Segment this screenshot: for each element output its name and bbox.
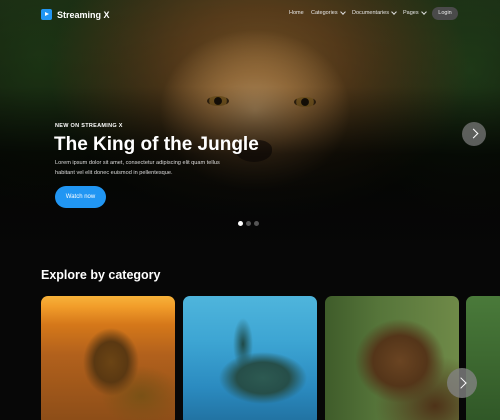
brand-logo[interactable]: Streaming X bbox=[41, 9, 110, 20]
category-card-forest[interactable] bbox=[466, 296, 500, 420]
top-navigation: Streaming X Home Categories Documentarie… bbox=[0, 0, 500, 28]
slide-dot-1[interactable] bbox=[238, 221, 243, 226]
chevron-down-icon bbox=[339, 9, 346, 15]
hero-slide-indicators bbox=[238, 221, 259, 226]
section-title: Explore by category bbox=[41, 268, 161, 282]
brand-name: Streaming X bbox=[57, 9, 110, 20]
chevron-down-icon bbox=[420, 9, 427, 15]
category-card-lion[interactable] bbox=[41, 296, 175, 420]
category-card-bear[interactable] bbox=[325, 296, 459, 420]
carousel-next-arrow-icon[interactable] bbox=[447, 368, 477, 398]
hero-next-arrow-icon[interactable] bbox=[462, 122, 486, 146]
nav-item-label: Home bbox=[289, 10, 304, 16]
category-card-turtle[interactable] bbox=[183, 296, 317, 420]
hero-description: Lorem ipsum dolor sit amet, consectetur … bbox=[55, 160, 220, 176]
nav-item-label: Pages bbox=[403, 10, 419, 16]
watch-now-button[interactable]: Watch now bbox=[55, 186, 106, 208]
nav-item-label: Documentaries bbox=[352, 10, 389, 16]
hero-eyebrow: NEW ON STREAMING X bbox=[55, 123, 123, 129]
play-logo-icon bbox=[41, 9, 52, 20]
login-button[interactable]: Login bbox=[432, 7, 458, 20]
nav-item-pages[interactable]: Pages bbox=[403, 9, 427, 16]
hero-title: The King of the Jungle bbox=[54, 134, 259, 155]
nav-item-categories[interactable]: Categories bbox=[311, 9, 346, 16]
nav-item-home[interactable]: Home bbox=[289, 10, 304, 16]
chevron-down-icon bbox=[391, 9, 397, 15]
slide-dot-2[interactable] bbox=[246, 221, 251, 226]
nav-item-label: Categories bbox=[311, 10, 338, 16]
slide-dot-3[interactable] bbox=[254, 221, 259, 226]
nav-item-documentaries[interactable]: Documentaries bbox=[352, 9, 397, 16]
